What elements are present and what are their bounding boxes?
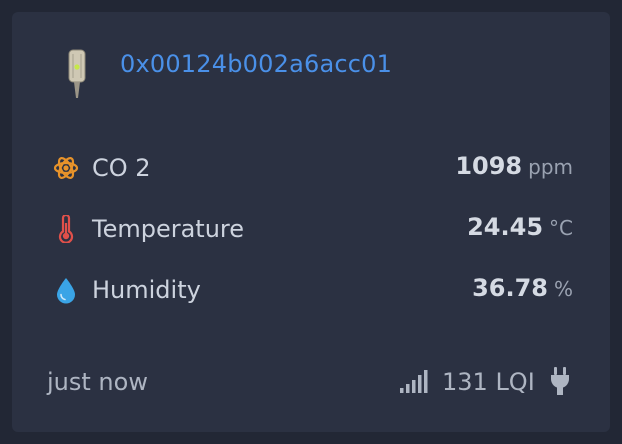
last-seen-label: just now [47,368,148,396]
reading-value-group: 36.78% [472,274,573,302]
reading-value-group: 24.45 °C [467,213,573,241]
reading-unit: ppm [528,155,573,179]
lqi-value: 131 LQI [442,368,535,396]
card-footer: just now 131 LQI [12,362,610,402]
reading-unit: °C [549,216,573,240]
signal-strength-icon [400,370,428,393]
reading-value: 1098 [455,152,523,180]
reading-value: 24.45 [467,213,544,241]
water-drop-icon [57,278,75,304]
reading-label: Temperature [92,215,245,243]
reading-row-humidity: Humidity 36.78% [12,270,610,310]
reading-value-group: 1098 ppm [455,152,573,180]
reading-value: 36.78 [472,274,548,302]
device-id-link[interactable]: 0x00124b002a6acc01 [120,50,392,78]
sensor-device-icon [68,49,86,98]
plug-icon [551,367,569,395]
reading-row-co2: CO 2 1098 ppm [12,148,610,188]
reading-unit: % [553,277,573,301]
reading-label: CO 2 [92,154,151,182]
reading-label: Humidity [92,276,201,304]
reading-row-temperature: Temperature 24.45 °C [12,209,610,249]
card-header: 0x00124b002a6acc01 [12,12,610,122]
co2-molecule-icon [53,157,79,179]
device-card: 0x00124b002a6acc01 CO 2 1098 ppm Temperat… [12,12,610,432]
thermometer-icon [58,215,74,243]
